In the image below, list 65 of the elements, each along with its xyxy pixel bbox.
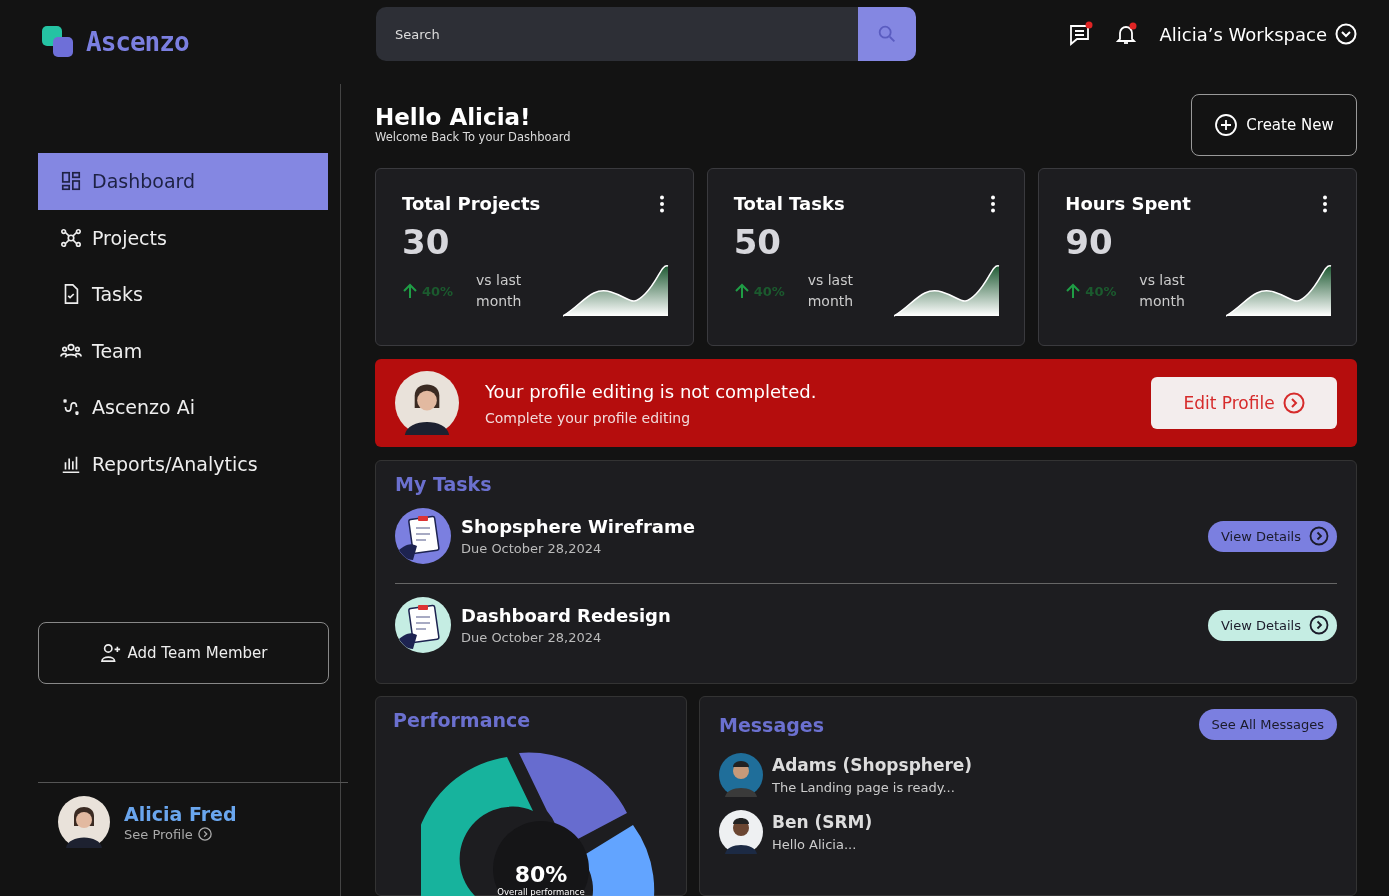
stat-note: vs last month (1139, 271, 1186, 311)
brand-name: Ascenzo (86, 27, 189, 57)
arrow-up-icon (733, 283, 750, 299)
task-due-date: Due October 28,2024 (461, 541, 603, 556)
nav-item[interactable]: Reports/Analytics (38, 435, 328, 492)
task-name: Shopsphere Wireframe (461, 516, 695, 537)
edit-profile-button[interactable]: Edit Profile (1151, 377, 1337, 429)
stat-title: Total Tasks (733, 193, 845, 214)
chevron-circle-icon (1282, 392, 1305, 414)
section-title: Performance (393, 709, 531, 731)
view-details-button[interactable]: View Details (1207, 609, 1337, 641)
more-icon (990, 194, 997, 213)
see-profile-link[interactable]: See Profile (124, 826, 237, 842)
nav-item[interactable]: Projects (38, 209, 328, 266)
greeting-subtitle: Welcome Back To your Dashboard (375, 130, 571, 144)
nav-item[interactable]: Dashboard (38, 153, 328, 210)
search-field[interactable]: Search (376, 7, 858, 61)
stat-value: 30 (402, 222, 451, 262)
stat-change: 40% (1085, 283, 1118, 299)
add-team-member-button[interactable]: Add Team Member (38, 622, 329, 684)
message-sender: Ben (SRM) (772, 812, 873, 832)
create-new-button[interactable]: Create New (1191, 94, 1357, 156)
arrow-up-icon (402, 283, 418, 299)
nav-item[interactable]: Team (38, 322, 328, 379)
chevron-down-icon (1335, 23, 1357, 45)
more-icon (658, 194, 665, 213)
see-all-messages-button[interactable]: See All Messages (1198, 709, 1337, 740)
arrow-up-icon (1065, 283, 1082, 299)
stat-value: 90 (1065, 222, 1114, 262)
stat-note: vs last month (807, 271, 855, 311)
chat-button[interactable] (1067, 21, 1094, 47)
task-due-date: Due October 28,2024 (461, 630, 603, 645)
stat-title: Hours Spent (1065, 193, 1191, 214)
message-preview: Hello Alicia... (772, 837, 858, 852)
plus-circle-icon (1214, 113, 1239, 137)
more-icon (1322, 194, 1328, 213)
stat-change: 40% (422, 283, 455, 299)
add-user-icon (99, 643, 122, 663)
stat-value: 50 (733, 222, 782, 262)
workspace-dropdown[interactable]: Alicia’s Workspace (1159, 23, 1357, 45)
view-details-button[interactable]: View Details (1207, 520, 1337, 552)
stat-title: Total Projects (402, 193, 541, 214)
chevron-circle-icon (1309, 526, 1329, 546)
performance-value: 80% (514, 861, 568, 887)
search-icon (876, 23, 898, 45)
message-sender: Adams (Shopsphere) (772, 755, 973, 775)
greeting-title: Hello Alicia! (375, 104, 532, 130)
chevron-circle-icon (1309, 615, 1329, 635)
network-icon (60, 226, 82, 249)
stat-change: 40% (753, 283, 786, 299)
profile-name: Alicia Fred (124, 802, 237, 825)
task-name: Dashboard Redesign (461, 605, 671, 626)
chevron-circle-icon (197, 827, 212, 841)
section-title: Messages (719, 713, 825, 736)
stat-note: vs last month (476, 271, 523, 311)
message-preview: The Landing page is ready... (772, 780, 956, 795)
section-title: My Tasks (395, 473, 493, 495)
alert-title: Your profile editing is not completed. (485, 380, 817, 402)
alert-text: Complete your profile editing (485, 409, 692, 426)
dashboard-icon (60, 170, 82, 193)
logo-icon (42, 26, 74, 58)
nav-item[interactable]: Ascenzo Ai (38, 379, 328, 436)
nav-item[interactable]: Tasks (38, 266, 328, 323)
chat-icon (1067, 21, 1094, 47)
performance-caption: Overall performance (497, 886, 585, 896)
